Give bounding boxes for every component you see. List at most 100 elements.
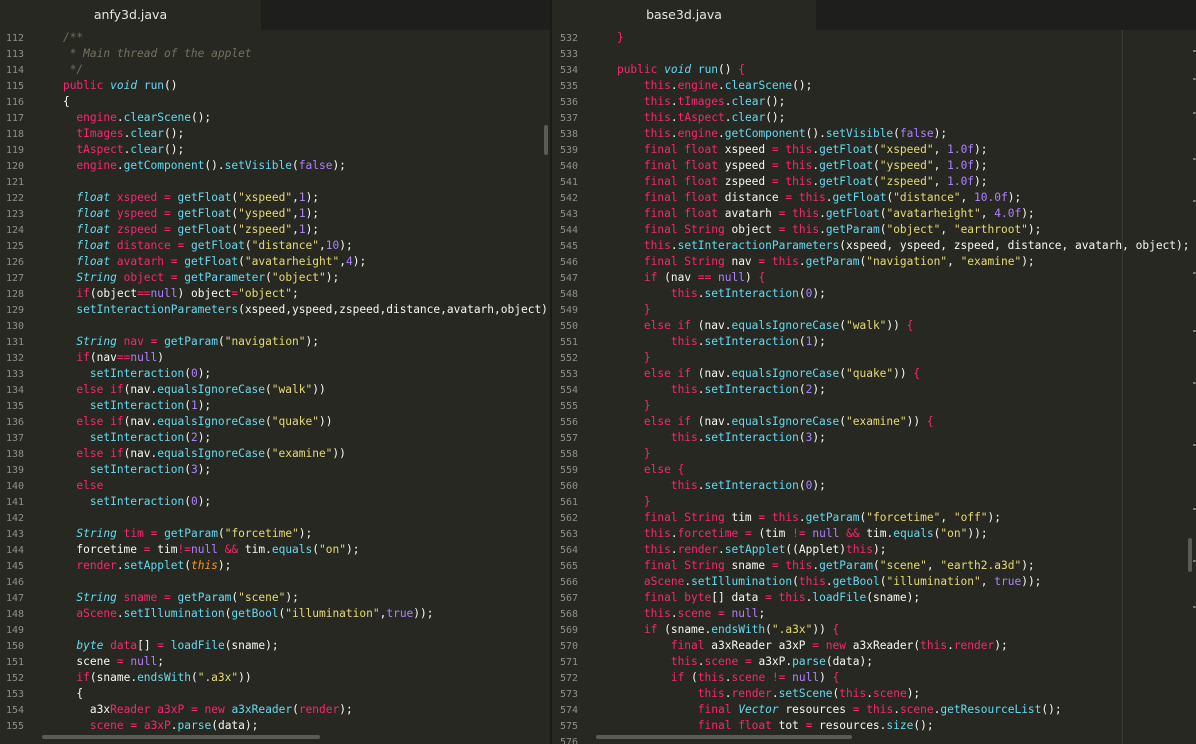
code-line[interactable]: 133 setInteraction(0);	[0, 366, 550, 382]
code-line[interactable]: 119 tAspect.clear();	[0, 142, 550, 158]
code-line[interactable]: 148 aScene.setIllumination(getBool("illu…	[0, 606, 550, 622]
code-line[interactable]: 537 this.tAspect.clear();	[552, 110, 1196, 126]
code-line[interactable]: 557 this.setInteraction(3);	[552, 430, 1196, 446]
code-line[interactable]: 543 final float avatarh = this.getFloat(…	[552, 206, 1196, 222]
code-line[interactable]: 561 }	[552, 494, 1196, 510]
code-line[interactable]: 544 final String object = this.getParam(…	[552, 222, 1196, 238]
code-line[interactable]: 549 }	[552, 302, 1196, 318]
code-line[interactable]: 535 this.engine.clearScene();	[552, 78, 1196, 94]
code-line[interactable]: 140 else	[0, 478, 550, 494]
code-line[interactable]: 532 }	[552, 30, 1196, 46]
code-line[interactable]: 565 final String sname = this.getParam("…	[552, 558, 1196, 574]
code-line[interactable]: 122 float xspeed = getFloat("xspeed",1);	[0, 190, 550, 206]
code-line[interactable]: 115 public void run()	[0, 78, 550, 94]
code-line[interactable]: 568 this.scene = null;	[552, 606, 1196, 622]
right-horizontal-scrollbar[interactable]	[596, 735, 852, 739]
code-line[interactable]: 552 }	[552, 350, 1196, 366]
code-line[interactable]: 567 final byte[] data = this.loadFile(sn…	[552, 590, 1196, 606]
code-line[interactable]: 153 {	[0, 686, 550, 702]
code-line[interactable]: 541 final float zspeed = this.getFloat("…	[552, 174, 1196, 190]
code-line[interactable]: 120 engine.getComponent().setVisible(fal…	[0, 158, 550, 174]
code-line[interactable]: 572 if (this.scene != null) {	[552, 670, 1196, 686]
code-line[interactable]: 560 this.setInteraction(0);	[552, 478, 1196, 494]
code-line[interactable]: 548 this.setInteraction(0);	[552, 286, 1196, 302]
code-line[interactable]: 139 setInteraction(3);	[0, 462, 550, 478]
code-line[interactable]: 574 final Vector resources = this.scene.…	[552, 702, 1196, 718]
code-line[interactable]: 152 if(sname.endsWith(".a3x"))	[0, 670, 550, 686]
code-line[interactable]: 136 else if(nav.equalsIgnoreCase("quake"…	[0, 414, 550, 430]
code-line[interactable]: 534 public void run() {	[552, 62, 1196, 78]
code-line[interactable]: 150 byte data[] = loadFile(sname);	[0, 638, 550, 654]
code-line[interactable]: 113 * Main thread of the applet	[0, 46, 550, 62]
right-code-area[interactable]: 532 } 533 534 public void run() {535 this.…	[552, 30, 1196, 744]
code-line[interactable]: 562 final String tim = this.getParam("fo…	[552, 510, 1196, 526]
code-line[interactable]: 550 else if (nav.equalsIgnoreCase("walk"…	[552, 318, 1196, 334]
code-line[interactable]: 130	[0, 318, 550, 334]
code-line[interactable]: 546 final String nav = this.getParam("na…	[552, 254, 1196, 270]
code-line[interactable]: 558 }	[552, 446, 1196, 462]
code-line[interactable]: 536 this.tImages.clear();	[552, 94, 1196, 110]
code-line[interactable]: 112 /**	[0, 30, 550, 46]
code-line[interactable]: 545 this.setInteractionParameters(xspeed…	[552, 238, 1196, 254]
code-line[interactable]: 143 String tim = getParam("forcetime");	[0, 526, 550, 542]
code-line[interactable]: 155 scene = a3xP.parse(data);	[0, 718, 550, 734]
code-line[interactable]: 542 final float distance = this.getFloat…	[552, 190, 1196, 206]
code-line[interactable]: 540 final float yspeed = this.getFloat("…	[552, 158, 1196, 174]
code-line[interactable]: 142	[0, 510, 550, 526]
left-code-area[interactable]: 112 /** 113 * Main thread of the applet 11…	[0, 30, 550, 734]
code-line[interactable]: 137 setInteraction(2);	[0, 430, 550, 446]
code-line[interactable]: 125 float distance = getFloat("distance"…	[0, 238, 550, 254]
code-line[interactable]: 117 engine.clearScene();	[0, 110, 550, 126]
code-line[interactable]: 138 else if(nav.equalsIgnoreCase("examin…	[0, 446, 550, 462]
code-line[interactable]: 563 this.forcetime = (tim != null && tim…	[552, 526, 1196, 542]
code-line[interactable]: 135 setInteraction(1);	[0, 398, 550, 414]
code-line[interactable]: 124 float zspeed = getFloat("zspeed",1);	[0, 222, 550, 238]
code-line[interactable]: 131 String nav = getParam("navigation");	[0, 334, 550, 350]
left-horizontal-scrollbar[interactable]	[42, 735, 320, 739]
tab-anfy3d-java[interactable]: anfy3d.java	[0, 0, 261, 30]
code-line[interactable]: 123 float yspeed = getFloat("yspeed",1);	[0, 206, 550, 222]
code-line[interactable]: 547 if (nav == null) {	[552, 270, 1196, 286]
code-line[interactable]: 128 if(object==null) object="object";	[0, 286, 550, 302]
code-line[interactable]: 114 */	[0, 62, 550, 78]
code-token: &&	[224, 543, 239, 556]
code-line[interactable]: 573 this.render.setScene(this.scene);	[552, 686, 1196, 702]
code-line[interactable]: 575 final float tot = resources.size();	[552, 718, 1196, 734]
code-line[interactable]: 539 final float xspeed = this.getFloat("…	[552, 142, 1196, 158]
code-line[interactable]: 147 String sname = getParam("scene");	[0, 590, 550, 606]
code-line[interactable]: 569 if (sname.endsWith(".a3x")) {	[552, 622, 1196, 638]
code-line[interactable]: 126 float avatarh = getFloat("avatarheig…	[0, 254, 550, 270]
code-token: equalsIgnoreCase	[731, 367, 840, 380]
code-line[interactable]: 149	[0, 622, 550, 638]
code-line[interactable]: 556 else if (nav.equalsIgnoreCase("exami…	[552, 414, 1196, 430]
code-line[interactable]: 134 else if(nav.equalsIgnoreCase("walk")…	[0, 382, 550, 398]
code-line[interactable]: 116 {	[0, 94, 550, 110]
code-line[interactable]: 559 else {	[552, 462, 1196, 478]
code-line[interactable]: 553 else if (nav.equalsIgnoreCase("quake…	[552, 366, 1196, 382]
code-line[interactable]: 146	[0, 574, 550, 590]
code-line[interactable]: 533	[552, 46, 1196, 62]
code-line[interactable]: 555 }	[552, 398, 1196, 414]
code-line[interactable]: 538 this.engine.getComponent().setVisibl…	[552, 126, 1196, 142]
code-line[interactable]: 121	[0, 174, 550, 190]
code-line[interactable]: 554 this.setInteraction(2);	[552, 382, 1196, 398]
code-line[interactable]: 566 aScene.setIllumination(this.getBool(…	[552, 574, 1196, 590]
tab-base3d-java[interactable]: base3d.java	[552, 0, 816, 30]
left-editor-pane[interactable]: anfy3d.java 112 /** 113 * Main thread of …	[0, 0, 550, 744]
code-line[interactable]: 145 render.setApplet(this);	[0, 558, 550, 574]
code-line[interactable]: 551 this.setInteraction(1);	[552, 334, 1196, 350]
code-line[interactable]: 144 forcetime = tim!=null && tim.equals(…	[0, 542, 550, 558]
code-line[interactable]: 564 this.render.setApplet((Applet)this);	[552, 542, 1196, 558]
code-line[interactable]: 154 a3xReader a3xP = new a3xReader(rende…	[0, 702, 550, 718]
code-line[interactable]: 127 String object = getParameter("object…	[0, 270, 550, 286]
code-line[interactable]: 570 final a3xReader a3xP = new a3xReader…	[552, 638, 1196, 654]
right-editor-pane[interactable]: base3d.java 532 } 533 534 public void run(…	[552, 0, 1196, 744]
left-vertical-scrollbar[interactable]	[544, 125, 548, 155]
code-line[interactable]: 141 setInteraction(0);	[0, 494, 550, 510]
code-line[interactable]: 118 tImages.clear();	[0, 126, 550, 142]
code-line[interactable]: 132 if(nav==null)	[0, 350, 550, 366]
code-line[interactable]: 571 this.scene = a3xP.parse(data);	[552, 654, 1196, 670]
code-line[interactable]: 151 scene = null;	[0, 654, 550, 670]
code-line[interactable]: 129 setInteractionParameters(xspeed,yspe…	[0, 302, 550, 318]
